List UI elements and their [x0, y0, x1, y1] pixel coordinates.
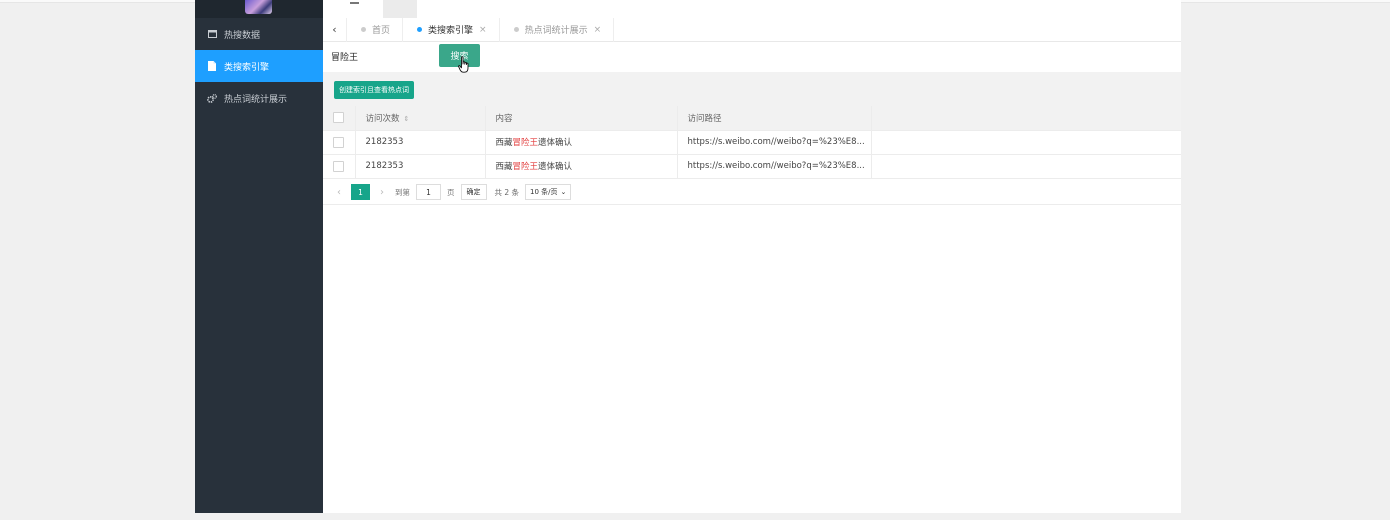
sidebar-item-label: 热搜数据: [224, 30, 261, 41]
content-prefix: 西藏: [495, 162, 513, 172]
close-icon[interactable]: ×: [594, 25, 602, 35]
page-size-select[interactable]: 10 条/页 ⌄: [525, 184, 572, 200]
content-cell: 西藏冒险王遗体确认: [485, 130, 678, 155]
close-icon[interactable]: ×: [479, 25, 487, 35]
empty-cell: [871, 154, 1181, 179]
content-suffix: 遗体确认: [538, 162, 573, 172]
sidebar-item-search-engine[interactable]: 类搜索引擎: [195, 50, 323, 82]
toolbar: 创建索引且查看热点词: [323, 72, 1181, 106]
select-all-cell: [323, 106, 356, 131]
table-header-row: 访问次数 ⇕ 内容 访问路径: [323, 106, 1181, 131]
empty-cell: [871, 130, 1181, 155]
goto-label: 到第: [395, 187, 410, 197]
row-select-cell: [323, 130, 356, 155]
results-table: 访问次数 ⇕ 内容 访问路径 2182353 西藏冒险王遗体确认 https://…: [323, 106, 1181, 179]
content-prefix: 西藏: [495, 138, 513, 148]
search-input[interactable]: [327, 45, 437, 67]
column-header-label: 访问次数: [365, 113, 400, 124]
content-suffix: 遗体确认: [538, 138, 573, 148]
tab-scroll-left-button[interactable]: ‹: [323, 17, 347, 42]
page-size-label: 10 条/页: [530, 188, 558, 196]
sort-icon[interactable]: ⇕: [404, 115, 410, 123]
pagination: ‹ 1 › 到第 页 确定 共 2 条 10 条/页⌄: [323, 180, 1181, 205]
app-frame: 热搜数据 类搜索引擎 热点词统计展示 ‹ 首页 类搜索引擎 × 热点词统计展示 …: [195, 0, 1181, 513]
sidebar-item-hotword-stats[interactable]: 热点词统计展示: [195, 82, 323, 114]
gears-icon: [207, 93, 217, 103]
content-highlight: 冒险王: [512, 162, 539, 172]
column-header-label: 内容: [495, 113, 513, 124]
tab-label: 类搜索引擎: [428, 26, 474, 36]
tab-search-engine[interactable]: 类搜索引擎 ×: [403, 17, 500, 42]
content-cell: 西藏冒险王遗体确认: [485, 154, 678, 179]
document-icon: [207, 61, 217, 71]
column-header-content: 内容: [485, 106, 678, 131]
table-row: 2182353 西藏冒险王遗体确认 https://s.weibo.com//w…: [323, 130, 1181, 155]
row-checkbox[interactable]: [333, 160, 344, 172]
row-checkbox[interactable]: [333, 136, 344, 148]
sidebar: 热搜数据 类搜索引擎 热点词统计展示: [195, 0, 323, 513]
total-count: 共 2 条: [494, 187, 520, 197]
current-page-button[interactable]: 1: [351, 184, 370, 200]
column-header-path: 访问路径: [677, 106, 872, 131]
sidebar-item-hot-search-data[interactable]: 热搜数据: [195, 18, 323, 50]
search-row: 搜索: [323, 42, 1181, 72]
tab-dot-icon: [417, 27, 423, 32]
chevron-down-icon: ⌄: [560, 188, 567, 196]
content-highlight: 冒险王: [512, 138, 539, 148]
tab-bar: ‹ 首页 类搜索引擎 × 热点词统计展示 ×: [323, 17, 1181, 42]
chevron-left-icon: ‹: [332, 23, 337, 36]
hand-cursor-icon: [458, 56, 469, 73]
column-header-label: 访问路径: [687, 113, 722, 124]
path-cell[interactable]: https://s.weibo.com//weibo?q=%23%E8...: [677, 130, 872, 155]
top-header-bar: [323, 0, 1181, 18]
window-icon: [207, 29, 217, 39]
tab-label: 热点词统计展示: [524, 26, 588, 36]
select-all-checkbox[interactable]: [333, 112, 344, 124]
count-cell: 2182353: [355, 130, 486, 155]
header-tab-indicator[interactable]: [350, 0, 417, 18]
count-cell: 2182353: [355, 154, 486, 179]
table-row: 2182353 西藏冒险王遗体确认 https://s.weibo.com//w…: [323, 154, 1181, 179]
tab-dot-icon: [361, 27, 366, 32]
main-area: ‹ 首页 类搜索引擎 × 热点词统计展示 × 搜索 创建索引且查看热点词: [323, 0, 1181, 513]
next-page-icon[interactable]: ›: [375, 187, 389, 198]
goto-page-input[interactable]: [416, 184, 441, 200]
avatar[interactable]: [245, 0, 272, 14]
row-select-cell: [323, 154, 356, 179]
page-unit-label: 页: [447, 187, 455, 197]
confirm-button[interactable]: 确定: [460, 184, 487, 200]
tab-label: 首页: [372, 26, 391, 36]
column-header-empty: [871, 106, 1181, 131]
create-index-button[interactable]: 创建索引且查看热点词: [334, 81, 414, 99]
tab-hotword-stats[interactable]: 热点词统计展示 ×: [500, 17, 615, 42]
tab-dot-icon: [513, 27, 519, 32]
sidebar-header: [195, 0, 323, 18]
sidebar-item-label: 热点词统计展示: [224, 94, 288, 105]
prev-page-icon[interactable]: ‹: [332, 187, 346, 198]
sidebar-item-label: 类搜索引擎: [224, 62, 270, 73]
column-header-count[interactable]: 访问次数 ⇕: [355, 106, 486, 131]
tab-home[interactable]: 首页: [347, 17, 404, 42]
path-cell[interactable]: https://s.weibo.com//weibo?q=%23%E8...: [677, 154, 872, 179]
